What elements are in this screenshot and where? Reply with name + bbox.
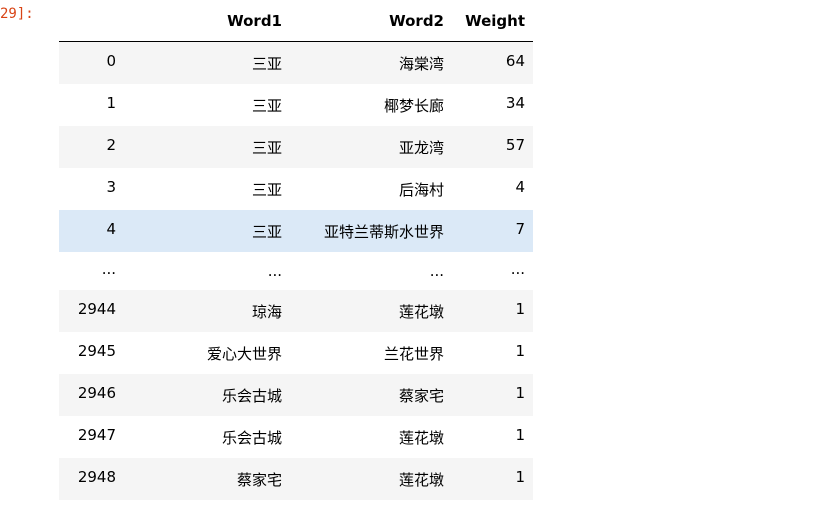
row-word1: 爱心大世界 (206, 344, 282, 363)
row-index: 2944 (77, 300, 116, 318)
row-index: 0 (106, 52, 116, 70)
row-word1: 三亚 (251, 138, 282, 157)
row-weight: 1 (515, 468, 525, 486)
dataframe-table: Word1 Word2 Weight 0 三亚 海棠湾 64 1 三亚 椰梦长廊… (59, 0, 533, 500)
row-word1: 乐会古城 (221, 428, 282, 447)
row-index: 2947 (77, 426, 116, 444)
row-index: 1 (106, 94, 116, 112)
row-weight: 1 (515, 426, 525, 444)
table-row: 3 三亚 后海村 4 (59, 168, 533, 210)
table-row: 2944 琼海 莲花墩 1 (59, 290, 533, 332)
row-index: 4 (106, 220, 116, 238)
row-word2: 椰梦长廊 (383, 96, 444, 115)
row-word2: ... (429, 262, 444, 280)
row-word1: 三亚 (251, 54, 282, 73)
table-row: 2948 蔡家宅 莲花墩 1 (59, 458, 533, 500)
row-word1: 乐会古城 (221, 386, 282, 405)
row-word1: 三亚 (251, 180, 282, 199)
row-index: 2 (106, 136, 116, 154)
table-row: 4 三亚 亚特兰蒂斯水世界 7 (59, 210, 533, 252)
table-row-ellipsis: ... ... ... ... (59, 252, 533, 290)
row-word2: 亚龙湾 (398, 138, 444, 157)
row-index: 2945 (77, 342, 116, 360)
row-weight: 1 (515, 342, 525, 360)
row-index: 2948 (77, 468, 116, 486)
table-row: 2947 乐会古城 莲花墩 1 (59, 416, 533, 458)
row-weight: 64 (505, 52, 525, 70)
table-row: 2945 爱心大世界 兰花世界 1 (59, 332, 533, 374)
cell-prompt-label: 29]: (0, 6, 34, 22)
header-word1: Word1 (124, 0, 282, 42)
table-row: 2 三亚 亚龙湾 57 (59, 126, 533, 168)
table-row: 1 三亚 椰梦长廊 34 (59, 84, 533, 126)
table-row: 0 三亚 海棠湾 64 (59, 41, 533, 84)
row-word2: 蔡家宅 (398, 386, 444, 405)
row-word2: 亚特兰蒂斯水世界 (323, 222, 444, 241)
dataframe-output: Word1 Word2 Weight 0 三亚 海棠湾 64 1 三亚 椰梦长廊… (59, 0, 533, 500)
row-index: 3 (106, 178, 116, 196)
row-weight: 7 (515, 220, 525, 238)
row-weight: ... (510, 260, 525, 278)
row-word1: 三亚 (251, 96, 282, 115)
row-word2: 海棠湾 (398, 54, 444, 73)
row-weight: 1 (515, 384, 525, 402)
row-weight: 4 (515, 178, 525, 196)
row-word1: 蔡家宅 (236, 470, 282, 489)
header-word2: Word2 (282, 0, 444, 42)
row-weight: 1 (515, 300, 525, 318)
row-weight: 34 (505, 94, 525, 112)
row-word2: 兰花世界 (383, 344, 444, 363)
row-index: ... (101, 260, 116, 278)
row-word1: ... (267, 262, 282, 280)
row-word2: 莲花墩 (398, 470, 444, 489)
row-index: 2946 (77, 384, 116, 402)
row-word2: 后海村 (398, 180, 444, 199)
row-word2: 莲花墩 (398, 302, 444, 321)
header-row: Word1 Word2 Weight (59, 0, 533, 42)
row-word1: 琼海 (251, 302, 282, 321)
header-weight: Weight (444, 0, 533, 42)
row-weight: 57 (505, 136, 525, 154)
row-word1: 三亚 (251, 222, 282, 241)
row-word2: 莲花墩 (398, 428, 444, 447)
header-index (59, 0, 124, 42)
table-row: 2946 乐会古城 蔡家宅 1 (59, 374, 533, 416)
